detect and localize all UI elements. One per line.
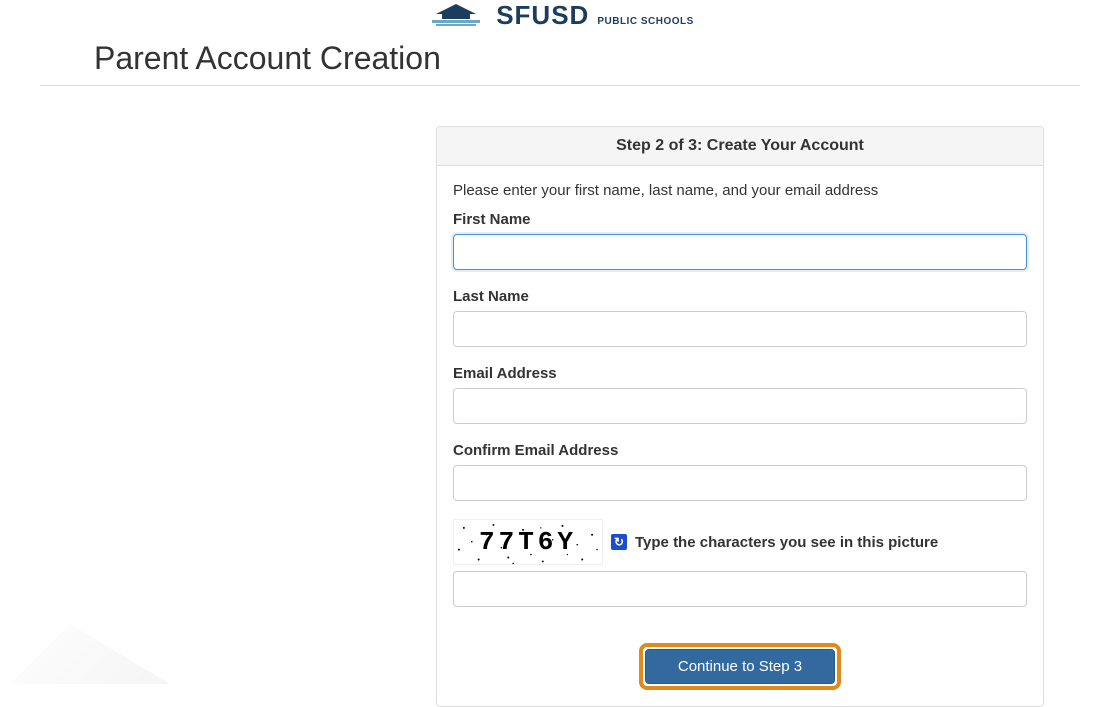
first-name-input[interactable] <box>453 234 1027 270</box>
logo: SFUSD PUBLIC SCHOOLS <box>426 0 694 28</box>
page-title: Parent Account Creation <box>40 40 1080 86</box>
confirm-email-input[interactable] <box>453 465 1027 501</box>
card-header: Step 2 of 3: Create Your Account <box>437 127 1043 166</box>
continue-button[interactable]: Continue to Step 3 <box>645 649 835 684</box>
intro-text: Please enter your first name, last name,… <box>453 182 1027 199</box>
captcha-input[interactable] <box>453 571 1027 607</box>
logo-main-text: SFUSD <box>496 0 589 28</box>
captcha-image: 77T6Y <box>453 519 603 565</box>
logo-subtitle: PUBLIC SCHOOLS <box>597 16 693 27</box>
logo-icon <box>426 2 486 29</box>
continue-highlight: Continue to Step 3 <box>639 643 841 690</box>
refresh-captcha-icon[interactable]: ↻ <box>611 534 627 550</box>
card-header-text: Step 2 of 3: Create Your Account <box>616 137 864 154</box>
captcha-text: 77T6Y <box>479 527 577 557</box>
logo-area: SFUSD PUBLIC SCHOOLS <box>40 0 1080 28</box>
account-creation-card: Step 2 of 3: Create Your Account Please … <box>436 126 1044 707</box>
first-name-label: First Name <box>453 211 1027 228</box>
captcha-label: Type the characters you see in this pict… <box>635 534 938 551</box>
confirm-email-label: Confirm Email Address <box>453 442 1027 459</box>
last-name-input[interactable] <box>453 311 1027 347</box>
email-label: Email Address <box>453 365 1027 382</box>
email-input[interactable] <box>453 388 1027 424</box>
last-name-label: Last Name <box>453 288 1027 305</box>
